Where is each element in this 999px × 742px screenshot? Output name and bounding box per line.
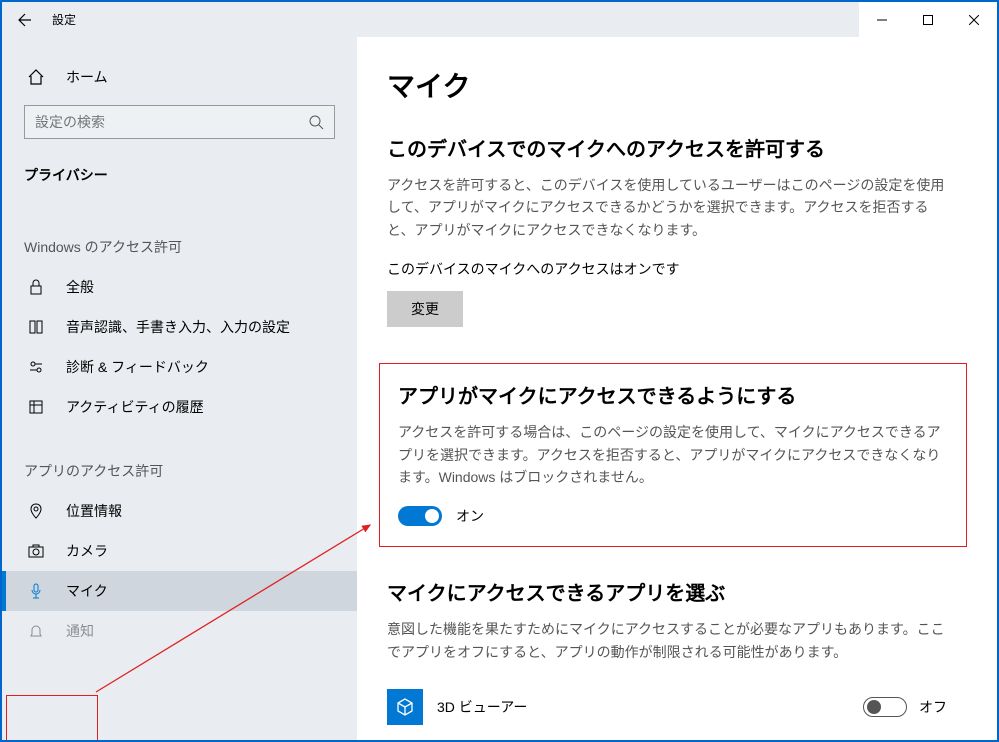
sidebar-item-label: ホーム <box>66 67 108 87</box>
section-app-access-heading: アプリがマイクにアクセスできるようにする <box>398 380 948 409</box>
sidebar-item-diagnostics[interactable]: 診断 & フィードバック <box>2 347 357 387</box>
sidebar-item-label: アクティビティの履歴 <box>66 397 204 417</box>
settings-window: 設定 ホーム <box>0 0 999 742</box>
location-icon <box>24 503 48 519</box>
section-device-access-heading: このデバイスでのマイクへのアクセスを許可する <box>387 133 967 162</box>
sidebar-item-label: 音声認識、手書き入力、入力の設定 <box>66 317 290 337</box>
app-icon-3dviewer <box>387 689 423 725</box>
sidebar-item-location[interactable]: 位置情報 <box>2 491 357 531</box>
app-toggle-label: オフ <box>919 697 947 717</box>
section-choose-apps-heading: マイクにアクセスできるアプリを選ぶ <box>387 577 967 606</box>
sidebar-group-windows-permissions: Windows のアクセス許可 <box>2 221 357 267</box>
lock-icon <box>24 279 48 295</box>
camera-icon <box>24 543 48 559</box>
minimize-icon <box>877 15 887 25</box>
change-button[interactable]: 変更 <box>387 291 463 327</box>
sidebar-item-activity[interactable]: アクティビティの履歴 <box>2 387 357 427</box>
back-arrow-icon <box>17 12 33 28</box>
section-device-access-desc: アクセスを許可すると、このデバイスを使用しているユーザーはこのページの設定を使用… <box>387 174 947 241</box>
home-icon <box>24 68 48 86</box>
maximize-button[interactable] <box>905 2 951 37</box>
app-row-3dviewer: 3D ビューアー オフ <box>387 681 947 733</box>
sidebar-item-label: 診断 & フィードバック <box>66 357 209 377</box>
sidebar-item-label: 通知 <box>66 621 94 641</box>
window-title: 設定 <box>48 11 76 28</box>
sidebar-item-label: 位置情報 <box>66 501 122 521</box>
sidebar-item-notifications[interactable]: 通知 <box>2 611 357 651</box>
close-button[interactable] <box>951 2 997 37</box>
minimize-button[interactable] <box>859 2 905 37</box>
main-content: マイク このデバイスでのマイクへのアクセスを許可する アクセスを許可すると、この… <box>357 37 997 740</box>
maximize-icon <box>923 15 933 25</box>
annotation-sidebar-highlight <box>6 695 98 740</box>
annotation-main-highlight: アプリがマイクにアクセスできるようにする アクセスを許可する場合は、このページの… <box>379 363 967 547</box>
device-access-status: このデバイスのマイクへのアクセスはオンです <box>387 259 967 279</box>
sidebar-item-general[interactable]: 全般 <box>2 267 357 307</box>
app-toggle-3dviewer[interactable] <box>863 697 907 717</box>
app-toggle-group: オフ <box>863 697 947 717</box>
sidebar: ホーム プライバシー Windows のアクセス許可 全般 <box>2 37 357 740</box>
content-area: ホーム プライバシー Windows のアクセス許可 全般 <box>2 37 997 740</box>
close-icon <box>969 15 979 25</box>
speech-icon <box>24 319 48 335</box>
sidebar-group-app-permissions: アプリのアクセス許可 <box>2 445 357 491</box>
app-row-cortana: Cortana オフ <box>387 733 947 740</box>
search-icon <box>308 114 324 130</box>
sidebar-item-label: マイク <box>66 581 108 601</box>
section-app-access-desc: アクセスを許可する場合は、このページの設定を使用して、マイクにアクセスできるアプ… <box>398 421 948 488</box>
titlebar: 設定 <box>2 2 997 37</box>
back-button[interactable] <box>2 2 48 37</box>
feedback-icon <box>24 359 48 375</box>
sidebar-item-label: 全般 <box>66 277 94 297</box>
section-choose-apps-desc: 意図した機能を果たすためにマイクにアクセスすることが必要なアプリもあります。ここ… <box>387 618 947 663</box>
page-title: マイク <box>387 65 967 105</box>
search-input[interactable] <box>35 114 308 130</box>
sidebar-item-camera[interactable]: カメラ <box>2 531 357 571</box>
bell-icon <box>24 623 48 639</box>
sidebar-item-home[interactable]: ホーム <box>2 57 357 97</box>
app-name: 3D ビューアー <box>437 697 863 717</box>
master-toggle-row: オン <box>398 506 948 526</box>
activity-icon <box>24 399 48 415</box>
master-toggle[interactable] <box>398 506 442 526</box>
microphone-icon <box>24 583 48 599</box>
master-toggle-label: オン <box>456 506 484 526</box>
sidebar-section-privacy: プライバシー <box>2 155 357 195</box>
sidebar-item-speech[interactable]: 音声認識、手書き入力、入力の設定 <box>2 307 357 347</box>
sidebar-item-label: カメラ <box>66 541 108 561</box>
sidebar-item-microphone[interactable]: マイク <box>2 571 357 611</box>
search-box[interactable] <box>24 105 335 139</box>
window-controls <box>859 2 997 37</box>
